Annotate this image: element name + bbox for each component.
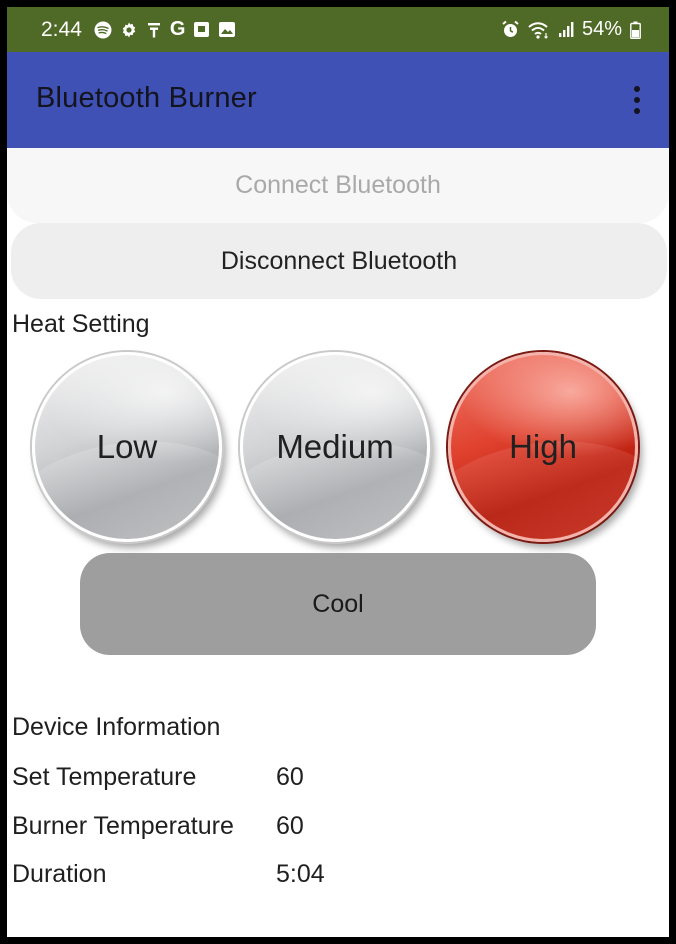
- phone-screen: 2:44 G 54% Bluetooth Burner Connect Blue…: [0, 0, 676, 944]
- heat-medium-button[interactable]: Medium: [240, 352, 430, 542]
- signal-icon: [558, 21, 574, 38]
- info-key: Set Temperature: [12, 763, 197, 791]
- info-key: Burner Temperature: [12, 812, 234, 840]
- status-left: 2:44 G: [41, 7, 236, 52]
- heat-high-label: High: [509, 428, 577, 465]
- menu-dot: [634, 108, 640, 114]
- heat-medium-label: Medium: [276, 428, 394, 465]
- cool-button[interactable]: Cool: [80, 553, 596, 655]
- heat-low-label: Low: [96, 428, 158, 465]
- info-value: 5:04: [276, 860, 325, 888]
- menu-dot: [634, 86, 640, 92]
- notification-box-icon: [193, 21, 210, 38]
- app-bar: Bluetooth Burner: [7, 52, 669, 148]
- wifi-icon: [528, 21, 550, 39]
- heat-low-button[interactable]: Low: [32, 352, 222, 542]
- info-value: 60: [276, 763, 304, 791]
- wifi-usb-icon: [146, 21, 162, 39]
- battery-percent: 54%: [581, 18, 622, 40]
- info-key: Duration: [12, 860, 107, 888]
- google-icon: G: [169, 18, 186, 40]
- status-right: 54%: [501, 7, 641, 52]
- settings-icon: [120, 21, 138, 39]
- heat-high-button[interactable]: High: [448, 352, 638, 542]
- app-title: Bluetooth Burner: [36, 82, 257, 114]
- spotify-icon: [94, 21, 112, 39]
- alarm-icon: [501, 20, 520, 39]
- disconnect-bluetooth-button[interactable]: Disconnect Bluetooth: [11, 223, 667, 299]
- image-icon: [218, 21, 236, 38]
- overflow-menu-icon[interactable]: [627, 78, 647, 122]
- status-bar: 2:44 G 54%: [7, 7, 669, 52]
- heat-setting-label: Heat Setting: [12, 310, 150, 338]
- status-time: 2:44: [41, 17, 82, 41]
- device-information-heading: Device Information: [12, 713, 221, 741]
- info-value: 60: [276, 812, 304, 840]
- battery-icon: [630, 21, 641, 39]
- menu-dot: [634, 97, 640, 103]
- connect-bluetooth-button[interactable]: Connect Bluetooth: [7, 148, 669, 223]
